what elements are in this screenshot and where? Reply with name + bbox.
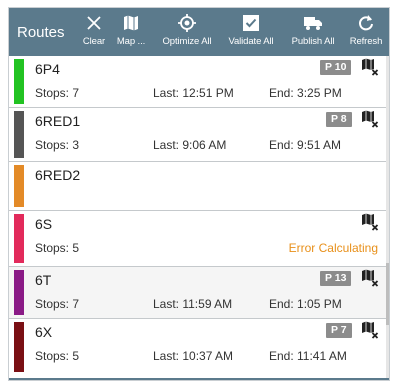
route-name: 6X <box>35 324 53 340</box>
route-color-swatch <box>14 322 24 372</box>
map-button[interactable]: Map ... <box>113 14 149 54</box>
route-stops: Stops: 7 <box>35 86 80 100</box>
map-remove-icon[interactable] <box>361 269 379 287</box>
map-remove-icon[interactable] <box>361 321 379 339</box>
checkbox-icon <box>243 15 259 31</box>
publish-all-label: Publish All <box>291 36 335 47</box>
route-name: 6S <box>35 216 53 232</box>
route-last: Last: 12:51 PM <box>153 86 234 100</box>
route-row-6red2[interactable]: 6RED2 <box>9 162 386 211</box>
route-last: Last: 9:06 AM <box>153 138 227 152</box>
map-remove-icon[interactable] <box>361 110 379 128</box>
route-color-swatch <box>14 165 24 207</box>
map-remove-icon[interactable] <box>361 58 379 76</box>
route-row-6s[interactable]: 6S Stops: 5 Error Calculating <box>9 211 386 267</box>
route-name: 6RED1 <box>35 113 81 129</box>
refresh-icon <box>359 15 373 31</box>
priority-badge: P 7 <box>326 323 352 338</box>
route-end: End: 9:51 AM <box>269 138 342 152</box>
map-label: Map ... <box>116 36 146 47</box>
route-name: 6T <box>35 272 52 288</box>
priority-badge: P 10 <box>320 60 352 75</box>
close-icon <box>87 16 101 30</box>
validate-all-button[interactable]: Validate All <box>223 14 279 54</box>
routes-panel: Routes Clear Map ... Optimize All Valida… <box>8 7 390 381</box>
route-name: 6RED2 <box>35 167 81 183</box>
route-end: End: 11:41 AM <box>269 349 347 363</box>
route-last: Last: 11:59 AM <box>153 297 233 311</box>
publish-all-button[interactable]: Publish All <box>285 14 341 54</box>
route-end: End: 3:25 PM <box>269 86 342 100</box>
validate-all-label: Validate All <box>228 36 274 47</box>
priority-badge: P 13 <box>320 271 352 286</box>
route-stops: Stops: 5 <box>35 241 80 255</box>
route-last: Last: 10:37 AM <box>153 349 234 363</box>
route-color-swatch <box>14 111 24 158</box>
panel-title: Routes <box>17 24 65 41</box>
route-name: 6P4 <box>35 61 60 77</box>
routes-header: Routes Clear Map ... Optimize All Valida… <box>9 8 389 56</box>
route-color-swatch <box>14 59 24 104</box>
priority-badge: P 8 <box>326 112 352 127</box>
optimize-all-label: Optimize All <box>162 36 212 47</box>
route-row-6red1[interactable]: 6RED1 P 8 Stops: 3 Last: 9:06 AM End: 9:… <box>9 108 386 162</box>
route-row-6t[interactable]: 6T P 13 Stops: 7 Last: 11:59 AM End: 1:0… <box>9 267 386 319</box>
clear-button[interactable]: Clear <box>79 14 109 54</box>
error-status: Error Calculating <box>288 241 378 255</box>
route-stops: Stops: 7 <box>35 297 80 311</box>
refresh-label: Refresh <box>349 36 383 47</box>
route-stops: Stops: 3 <box>35 138 80 152</box>
map-icon <box>124 15 138 31</box>
scrollbar-thumb[interactable] <box>386 263 389 325</box>
route-row-6p4[interactable]: 6P4 P 10 Stops: 7 Last: 12:51 PM End: 3:… <box>9 56 386 108</box>
optimize-all-button[interactable]: Optimize All <box>157 14 217 54</box>
truck-icon <box>304 17 322 30</box>
route-end: End: 1:05 PM <box>269 297 342 311</box>
clear-label: Clear <box>82 36 106 47</box>
route-list: 6P4 P 10 Stops: 7 Last: 12:51 PM End: 3:… <box>9 56 389 378</box>
route-color-swatch <box>14 214 24 263</box>
scrollbar-track[interactable] <box>386 56 389 378</box>
route-row-6x[interactable]: 6X P 7 Stops: 5 Last: 10:37 AM End: 11:4… <box>9 319 386 378</box>
crosshair-icon <box>178 14 196 32</box>
refresh-button[interactable]: Refresh <box>347 14 385 54</box>
route-stops: Stops: 5 <box>35 349 80 363</box>
map-remove-icon[interactable] <box>361 213 379 231</box>
route-color-swatch <box>14 270 24 315</box>
